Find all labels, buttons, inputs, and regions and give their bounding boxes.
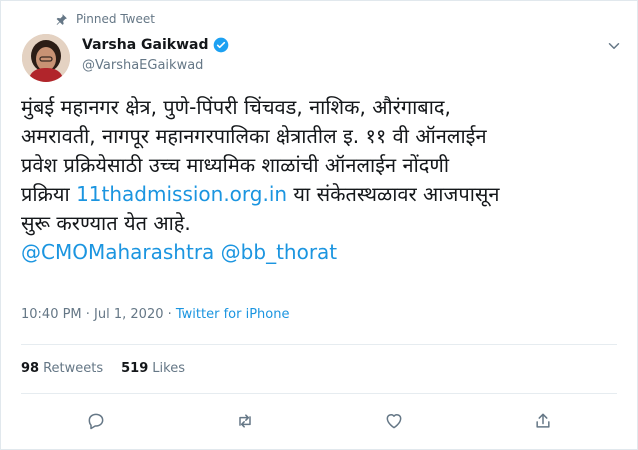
share-button[interactable] xyxy=(531,409,555,433)
tweet-line: प्रवेश प्रक्रियेसाठी उच्च माध्यमिक शाळां… xyxy=(21,153,450,177)
share-icon xyxy=(535,413,550,428)
tweet-stats: 98 Retweets 519 Likes xyxy=(21,361,203,376)
author-handle[interactable]: @VarshaEGaikwad xyxy=(82,58,203,73)
admission-link[interactable]: 11thadmission.org.in xyxy=(76,182,287,206)
tweet-line: मुंबई महानगर क्षेत्र, पुणे-पिंपरी चिंचवड… xyxy=(21,95,451,119)
tweet-line: प्रक्रिया 11thadmission.org.in या संकेतस… xyxy=(21,180,621,209)
retweet-icon xyxy=(238,414,251,428)
reply-icon xyxy=(88,413,103,430)
avatar[interactable] xyxy=(22,34,70,82)
avatar-image xyxy=(22,34,70,82)
pin-icon xyxy=(56,13,67,25)
chevron-down-icon[interactable] xyxy=(605,37,623,55)
retweets-stat[interactable]: 98 Retweets xyxy=(21,361,103,376)
pinned-indicator: Pinned Tweet xyxy=(55,9,155,29)
mention-bb-thorat[interactable]: @bb_thorat xyxy=(221,240,337,264)
mention-cmomaharashtra[interactable]: @CMOMaharashtra xyxy=(21,240,214,264)
mentions-line: @CMOMaharashtra @bb_thorat xyxy=(21,238,621,267)
reply-button[interactable] xyxy=(84,409,108,433)
divider xyxy=(21,344,617,345)
tweet-source[interactable]: Twitter for iPhone xyxy=(176,307,290,322)
retweet-button[interactable] xyxy=(233,409,257,433)
divider xyxy=(21,393,617,394)
like-button[interactable] xyxy=(382,409,406,433)
retweets-count: 98 xyxy=(21,361,40,376)
likes-count: 519 xyxy=(121,361,149,376)
tweet-line: सुरू करण्यात येत आहे. xyxy=(21,211,191,235)
tweet-line: अमरावती, नागपूर महानगरपालिका क्षेत्रातील… xyxy=(21,124,487,148)
author-name[interactable]: Varsha Gaikwad xyxy=(82,37,229,53)
tweet-text-segment: प्रक्रिया xyxy=(21,182,77,206)
heart-icon xyxy=(386,414,401,429)
tweet-body: मुंबई महानगर क्षेत्र, पुणे-पिंपरी चिंचवड… xyxy=(21,93,621,267)
tweet-meta: 10:40 PM · Jul 1, 2020 · Twitter for iPh… xyxy=(21,307,289,322)
verified-badge-icon xyxy=(213,37,228,53)
tweet-actions xyxy=(21,409,617,433)
pinned-label: Pinned Tweet xyxy=(76,12,155,26)
tweet-card: Pinned Tweet Varsha Gaikwad @VarshaEGaik… xyxy=(0,0,638,450)
tweet-timestamp[interactable]: 10:40 PM · Jul 1, 2020 · xyxy=(21,307,176,322)
retweets-label: Retweets xyxy=(43,361,104,376)
likes-stat[interactable]: 519 Likes xyxy=(121,361,185,376)
likes-label: Likes xyxy=(152,361,185,376)
tweet-text-segment: या संकेतस्थळावर आजपासून xyxy=(287,182,500,206)
